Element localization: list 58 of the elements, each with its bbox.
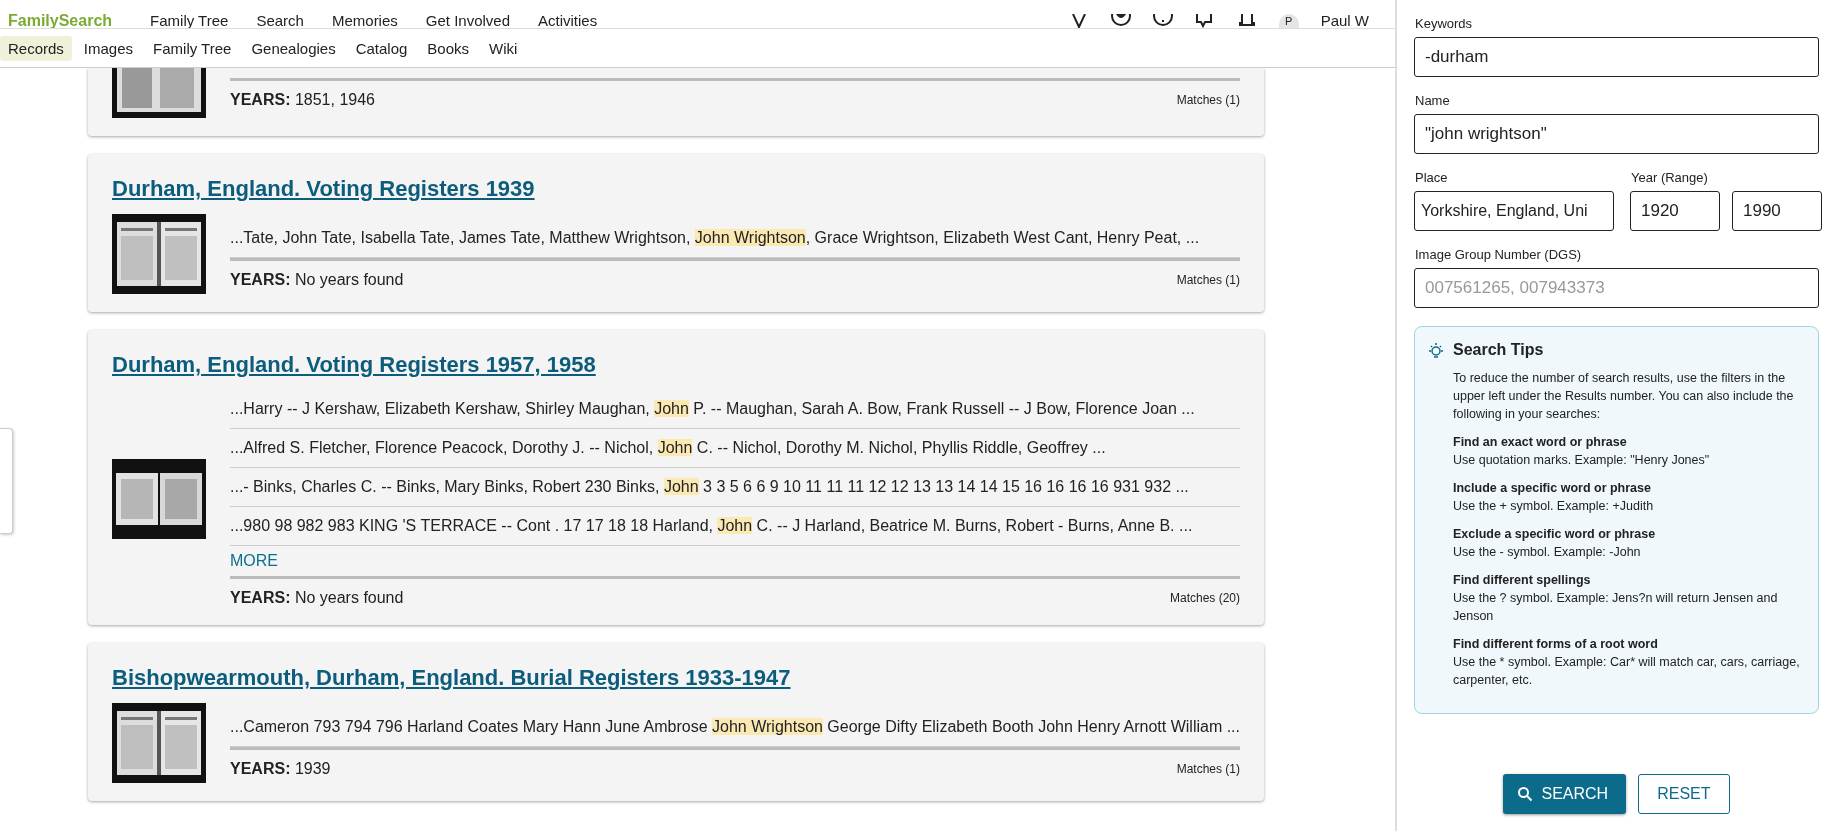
tip-heading: Exclude a specific word or phrase <box>1453 526 1657 543</box>
subnav-tab[interactable]: Books <box>419 35 478 61</box>
subnav-tab[interactable]: Wiki <box>481 35 526 61</box>
nav-link[interactable]: Memories <box>331 14 398 28</box>
result-title-link[interactable]: Durham, England. Voting Registers 1957, 1958 <box>112 352 596 378</box>
nav-link[interactable]: Search <box>256 14 304 28</box>
more-link[interactable]: MORE <box>230 546 278 576</box>
field-label: Place <box>1415 170 1449 185</box>
subnav-tab[interactable]: Records <box>0 35 72 61</box>
name-field[interactable]: "john wrightson" <box>1414 114 1819 154</box>
tip-heading: Find different forms of a root word <box>1453 636 1659 653</box>
user-avatar[interactable]: P <box>1278 14 1299 28</box>
subnav-tab[interactable]: Family Tree <box>145 35 240 61</box>
snippet-text: ...Cameron 793 794 796 Harland Coates Mary Hann June Ambrose John Wrightson George Difty Elizabeth Booth John Henry Arnott William ... <box>230 708 1240 747</box>
tip-text: Use the * symbol. Example: Car* will match car, cars, carriage, carpenter, etc. <box>1453 654 1801 689</box>
tip-text: Use the + symbol. Example: +Judith <box>1453 498 1655 515</box>
year-from-field[interactable]: 1920 <box>1630 191 1720 231</box>
tip-text: Use quotation marks. Example: "Henry Jones" <box>1453 452 1711 469</box>
tips-title: Search Tips <box>1453 341 1545 359</box>
field-label: Name <box>1415 93 1451 108</box>
years-text: YEARS: 1851, 1946 <box>230 90 375 109</box>
reset-button[interactable]: RESET <box>1638 774 1730 814</box>
nav-link[interactable]: Activities <box>538 14 598 28</box>
tip-text: Use the - symbol. Example: -John <box>1453 544 1642 561</box>
field-label: Image Group Number (DGS) <box>1415 247 1583 262</box>
field-label: Year (Range) <box>1631 170 1709 185</box>
dgs-field[interactable]: 007561265, 007943373 <box>1414 268 1819 308</box>
years-text: YEARS: 1939 <box>230 760 331 778</box>
tip-heading: Include a specific word or phrase <box>1453 480 1652 497</box>
result-title-link[interactable]: Durham, England. Voting Registers 1939 <box>112 176 535 202</box>
search-button[interactable]: SEARCH <box>1503 774 1627 814</box>
nav-link[interactable]: Get Involved <box>425 14 511 28</box>
years-text: YEARS: No years found <box>230 271 404 289</box>
tips-intro: To reduce the number of search results, use the filters in the upper left under the Results number. You can also include the following in your searches: <box>1453 370 1795 423</box>
matches-count: Matches (20) <box>1169 591 1240 605</box>
years-text: YEARS: No years found <box>230 589 404 607</box>
subnav-tab[interactable]: Genealogies <box>243 35 344 61</box>
result-title-link[interactable]: Bishopwearmouth, Durham, England. Burial Registers 1933-1947 <box>112 665 791 691</box>
year-to-field[interactable]: 1990 <box>1732 191 1822 231</box>
field-label: Keywords <box>1415 16 1474 31</box>
search-icon <box>1517 786 1534 802</box>
snippet-text: ...980 98 982 983 KING 'S TERRACE -- Cont . 17 17 18 18 Harland, John C. -- J Harland, Beatrice M. Burns, Robert - Burns, Anne B. ... <box>230 507 1240 546</box>
snippet-text: ...Harry -- J Kershaw, Elizabeth Kershaw, Shirley Maughan, John P. -- Maughan, Sarah A. Bow, Frank Russell -- J Bow, Florence Joan ... <box>230 390 1240 429</box>
snippet-text: ...Tate, John Tate, Isabella Tate, James Tate, Matthew Wrightson, John Wrightson, Grace Wrightson, Elizabeth West Cant, Henry Peat, ... <box>230 219 1240 258</box>
tip-heading: Find different spellings <box>1453 572 1592 589</box>
tip-heading: Find an exact word or phrase <box>1453 434 1628 451</box>
matches-count: Matches (1) <box>1176 273 1240 287</box>
tip-text: Use the ? symbol. Example: Jens?n will return Jensen and Jenson <box>1453 590 1779 625</box>
subnav-tab[interactable]: Catalog <box>347 35 416 61</box>
keywords-field[interactable]: -durham <box>1414 37 1819 77</box>
place-field[interactable]: Yorkshire, England, Uni <box>1414 191 1614 231</box>
snippet-text: ...Alfred S. Fletcher, Florence Peacock, Dorothy J. -- Nichol, John C. -- Nichol, Dorothy M. Nichol, Phyllis Riddle, Geoffrey ... <box>230 429 1240 468</box>
matches-count: Matches (1) <box>1176 762 1240 776</box>
snippet-text: ...- Binks, Charles C. -- Binks, Mary Binks, Robert 230 Binks, John 3 3 5 6 6 9 10 11 11 11 12 12 13 13 14 14 15 16 16 16 16 931 932 ... <box>230 468 1240 507</box>
subnav-tab[interactable]: Images <box>75 35 142 61</box>
lightbulb-icon <box>1427 342 1445 360</box>
matches-count: Matches (1) <box>1176 92 1240 107</box>
user-name[interactable]: Paul W <box>1320 14 1369 28</box>
